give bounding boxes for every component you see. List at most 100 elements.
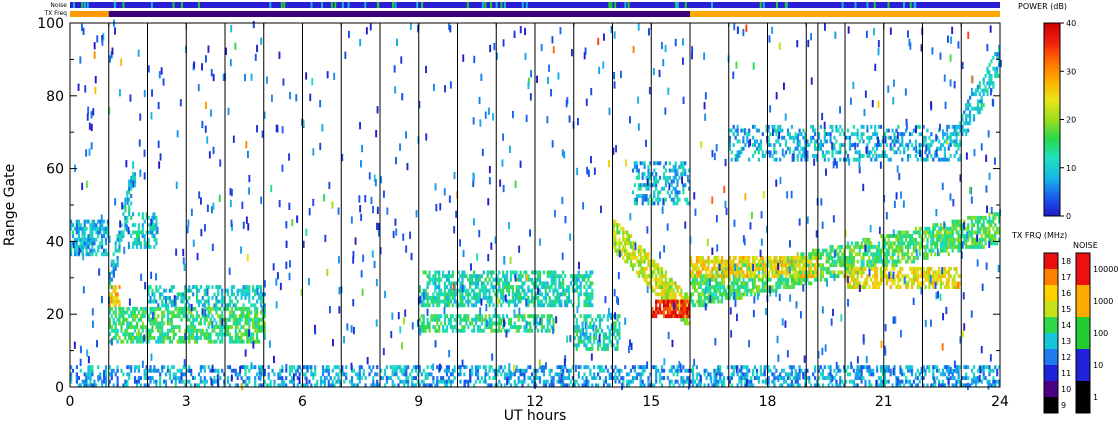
echo-cell: [130, 186, 133, 191]
echo-cell: [180, 368, 183, 373]
echo-cell: [513, 325, 516, 329]
echo-cell: [655, 186, 658, 191]
echo-cell: [860, 135, 863, 140]
echo-cell: [686, 314, 689, 319]
echo-cell: [633, 256, 636, 260]
echo-cell: [240, 317, 243, 322]
echo-cell: [777, 285, 780, 289]
echo-cell: [114, 299, 117, 304]
echo-cell: [781, 135, 784, 140]
echo-cell: [672, 197, 675, 202]
echo-cell: [219, 306, 222, 311]
echo-cell: [75, 365, 78, 370]
echo-cell: [711, 285, 714, 289]
echo-cell: [234, 303, 237, 308]
echo-cell: [461, 274, 464, 279]
echo-cell: [835, 150, 838, 155]
echo-cell: [753, 124, 757, 129]
echo-cell: [684, 292, 687, 297]
echo-cell: [250, 303, 253, 308]
echo-cell: [440, 314, 443, 319]
echo-cell: [478, 328, 481, 333]
echo-cell: [860, 245, 863, 249]
echo-cell: [668, 292, 671, 297]
echo-cell: [593, 336, 596, 340]
echo-cell: [763, 270, 766, 275]
echo-cell: [132, 245, 135, 249]
echo-cell: [118, 285, 121, 289]
echo-cell: [118, 299, 121, 304]
echo-cell: [657, 197, 660, 202]
echo-cell: [802, 263, 805, 268]
echo-cell: [858, 266, 861, 271]
echo-cell: [93, 226, 96, 231]
echo-cell: [717, 281, 720, 286]
echo-cell: [949, 226, 952, 231]
echo-cell: [436, 317, 439, 322]
echo-cell: [81, 248, 84, 253]
echo-cell: [461, 292, 464, 297]
echo-cell: [132, 306, 135, 311]
echo-cell: [790, 285, 793, 289]
echo-cell: [676, 190, 679, 195]
echo-cell: [238, 314, 241, 319]
echo-cell: [213, 292, 216, 297]
echo-cell: [252, 332, 255, 337]
echo-cell: [963, 110, 966, 115]
echo-cell: [693, 281, 697, 286]
echo-cell: [85, 226, 88, 231]
echo-cell: [467, 292, 470, 297]
echo-cell: [701, 299, 704, 304]
echo-cell: [928, 226, 931, 231]
echo-cell: [546, 292, 549, 297]
echo-cell: [717, 285, 720, 289]
echo-cell: [643, 172, 646, 177]
echo-cell: [133, 306, 137, 311]
echo-cell: [660, 266, 664, 271]
noise-strip-speckle: [684, 2, 687, 8]
echo-cell: [653, 277, 656, 282]
echo-cell: [740, 266, 743, 271]
echo-cell: [938, 274, 941, 279]
echo-cell: [691, 270, 695, 275]
echo-cell: [104, 368, 108, 373]
echo-cell: [645, 256, 648, 260]
echo-cell: [132, 325, 135, 329]
echo-cell: [139, 241, 142, 246]
echo-cell: [970, 237, 974, 242]
noise-strip-speckle: [466, 2, 469, 8]
echo-cell: [992, 215, 995, 220]
echo-cell: [953, 241, 956, 246]
echo-cell: [775, 256, 778, 260]
echo-cell: [236, 332, 239, 337]
echo-cell: [670, 296, 673, 300]
echo-cell: [101, 241, 104, 246]
echo-cell: [796, 277, 799, 282]
echo-cell: [668, 281, 671, 286]
echo-cell: [854, 270, 857, 275]
echo-cell: [732, 124, 735, 129]
echo-cell: [560, 274, 563, 279]
echo-cell: [242, 303, 245, 308]
echo-cell: [732, 256, 735, 260]
echo-cell: [199, 365, 202, 370]
echo-cell: [841, 270, 844, 275]
echo-cell: [821, 143, 824, 147]
echo-cell: [831, 270, 834, 275]
echo-cell: [589, 325, 592, 329]
echo-cell: [976, 106, 979, 111]
echo-cell: [918, 230, 921, 235]
echo-cell: [120, 328, 123, 333]
echo-cell: [604, 332, 607, 337]
echo-cell: [860, 285, 863, 289]
echo-cell: [323, 376, 326, 380]
echo-cell: [668, 296, 671, 300]
echo-cell: [112, 303, 115, 308]
echo-cell: [560, 285, 563, 289]
echo-cell: [978, 237, 981, 242]
echo-cell: [918, 281, 921, 286]
echo-cell: [507, 299, 511, 304]
echo-cell: [248, 376, 251, 380]
echo-cell: [546, 321, 549, 326]
echo-cell: [938, 146, 941, 151]
